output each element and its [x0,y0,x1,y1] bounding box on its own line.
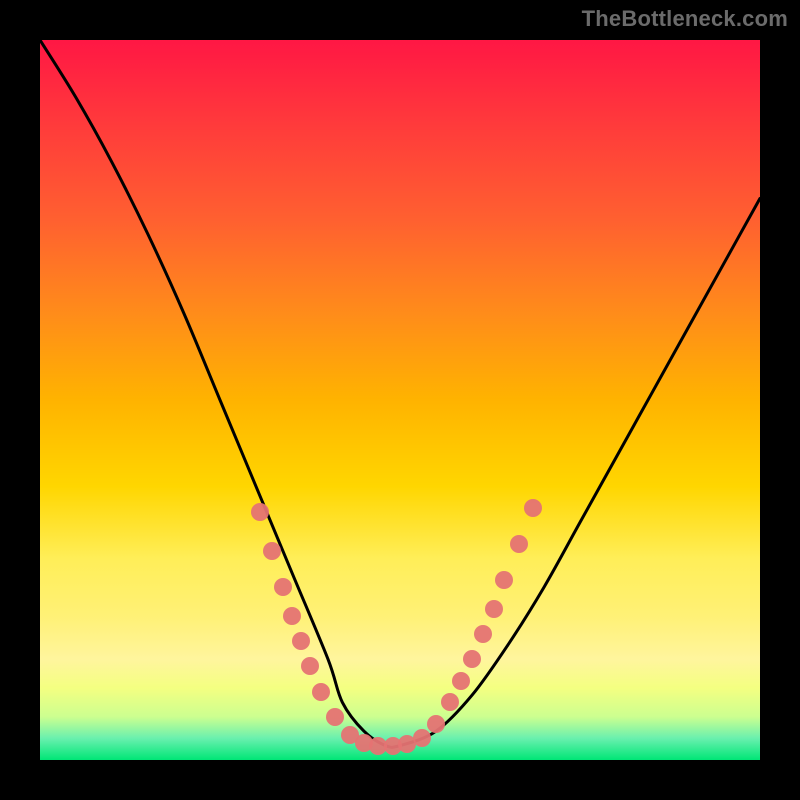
watermark-text: TheBottleneck.com [582,6,788,32]
bottleneck-curve [40,40,760,747]
curve-svg [40,40,760,760]
data-point [312,683,330,701]
data-point [510,535,528,553]
data-point [427,715,445,733]
data-point [251,503,269,521]
data-point [263,542,281,560]
data-point [326,708,344,726]
data-point [474,625,492,643]
chart-frame: TheBottleneck.com [0,0,800,800]
data-point [452,672,470,690]
data-point [413,729,431,747]
data-point [485,600,503,618]
data-point [283,607,301,625]
data-point [292,632,310,650]
plot-area [40,40,760,760]
